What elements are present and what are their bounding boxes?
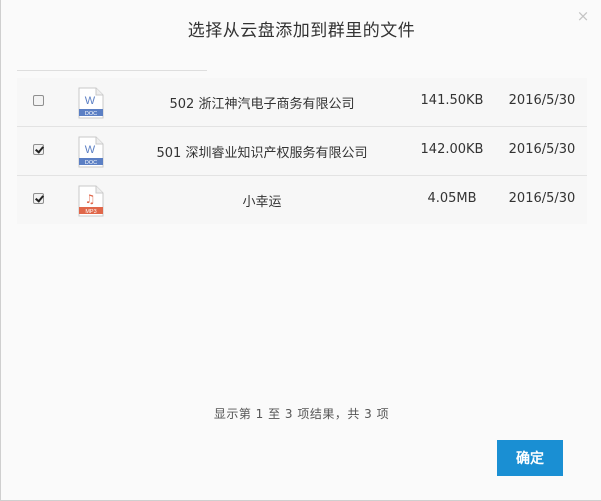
file-size: 4.05MB xyxy=(427,191,477,206)
word-doc-icon: W DOC xyxy=(78,87,104,119)
table-row[interactable]: W DOC 501 深圳睿业知识产权服务有限公司 142.00KB 2016/5… xyxy=(17,127,587,176)
file-date: 2016/5/30 xyxy=(508,142,576,157)
icon-type-label: DOC xyxy=(85,160,97,166)
file-date: 2016/5/30 xyxy=(508,93,576,108)
pagination-summary: 显示第 1 至 3 项结果，共 3 项 xyxy=(213,407,390,421)
add-files-dialog: 选择从云盘添加到群里的文件 × W DOC 502 浙江神汽电子商务有限公司 1… xyxy=(0,0,601,501)
confirm-button[interactable]: 确定 xyxy=(497,440,563,476)
row-checkbox[interactable] xyxy=(33,95,44,106)
table-row[interactable]: W DOC 502 浙江神汽电子商务有限公司 141.50KB 2016/5/3… xyxy=(17,78,587,127)
icon-type-label: DOC xyxy=(85,111,97,117)
close-icon[interactable]: × xyxy=(576,9,590,24)
icon-type-label: MP3 xyxy=(85,209,96,215)
file-name: 小幸运 xyxy=(242,195,282,210)
file-size: 142.00KB xyxy=(420,142,484,157)
file-name: 502 浙江神汽电子商务有限公司 xyxy=(169,97,355,112)
word-doc-icon: W DOC xyxy=(78,136,104,168)
header-divider xyxy=(17,70,207,71)
table-row[interactable]: ♫ MP3 小幸运 4.05MB 2016/5/30 xyxy=(17,176,587,224)
file-size: 141.50KB xyxy=(420,93,484,108)
dialog-title: 选择从云盘添加到群里的文件 xyxy=(187,21,416,41)
file-date: 2016/5/30 xyxy=(508,191,576,206)
mp3-audio-icon: ♫ MP3 xyxy=(78,185,104,217)
row-checkbox[interactable] xyxy=(33,144,44,155)
row-checkbox[interactable] xyxy=(33,193,44,204)
icon-glyph: W xyxy=(85,144,96,156)
file-list: W DOC 502 浙江神汽电子商务有限公司 141.50KB 2016/5/3… xyxy=(17,78,587,224)
icon-glyph: ♫ xyxy=(85,192,96,206)
icon-glyph: W xyxy=(85,95,96,107)
file-name: 501 深圳睿业知识产权服务有限公司 xyxy=(156,146,368,161)
